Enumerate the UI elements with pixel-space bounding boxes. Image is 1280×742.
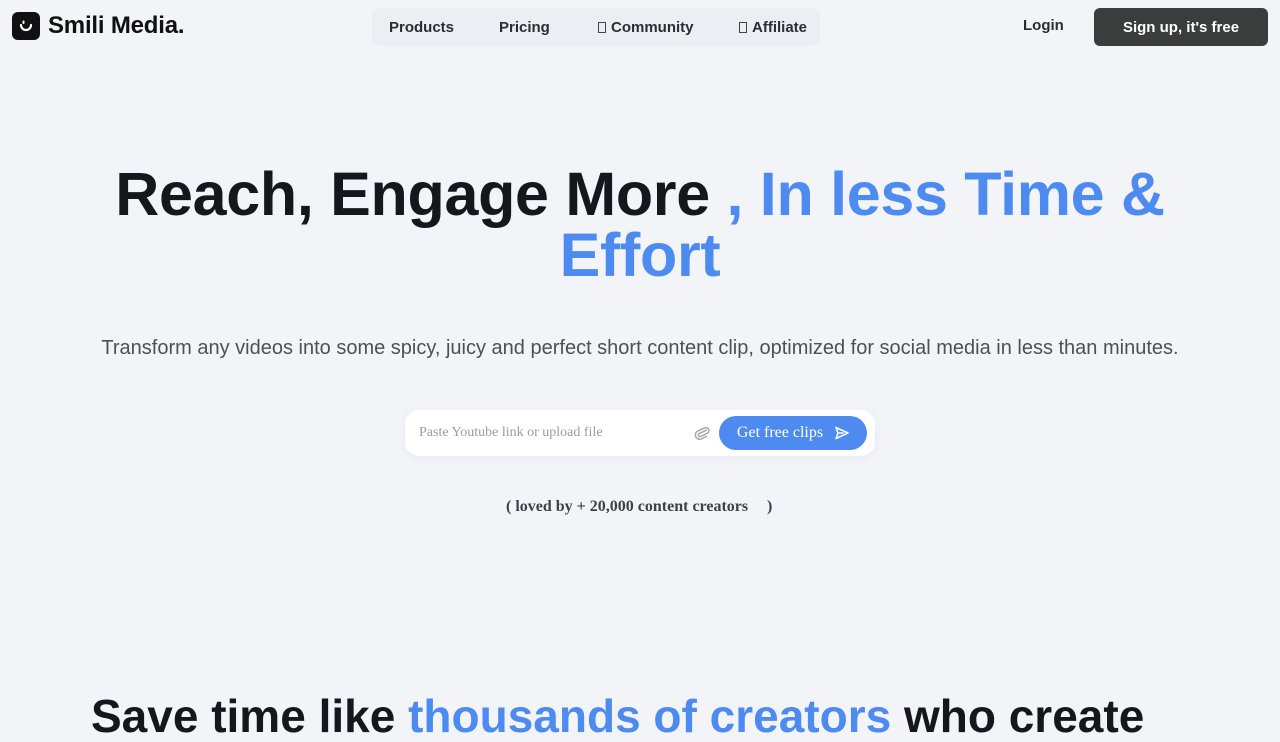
login-link[interactable]: Login bbox=[1023, 17, 1064, 34]
brand-name: Smili Media. bbox=[48, 12, 185, 39]
hero-subtitle: Transform any videos into some spicy, ju… bbox=[101, 337, 1179, 359]
brand-logo-link[interactable]: Smili Media. bbox=[12, 12, 185, 40]
video-link-input[interactable] bbox=[419, 420, 689, 446]
social-proof-text: ( loved by + 20,000 content creators bbox=[506, 498, 749, 515]
nav-item-label: Products bbox=[389, 18, 455, 36]
hero-title-main: Reach, Engage More bbox=[115, 160, 710, 228]
paperclip-icon[interactable] bbox=[694, 424, 710, 442]
nav-item-community[interactable]: Community bbox=[598, 8, 694, 46]
signup-button[interactable]: Sign up, it's free bbox=[1094, 8, 1268, 46]
hero-title-accent-line2: Effort bbox=[559, 221, 721, 289]
section-title-accent: thousands of creators bbox=[408, 690, 892, 742]
nav-item-products[interactable]: Products bbox=[389, 8, 454, 46]
main-nav: Products Pricing Community Affiliate bbox=[372, 8, 820, 46]
missing-glyph-icon bbox=[598, 21, 606, 33]
get-free-clips-button[interactable]: Get free clips bbox=[719, 416, 867, 450]
clip-form: Get free clips bbox=[405, 410, 875, 456]
social-proof-close: ) bbox=[767, 498, 773, 515]
nav-item-label: Affiliate bbox=[752, 18, 808, 36]
hero-title-accent: , In less Time & bbox=[726, 160, 1166, 228]
missing-glyph-icon bbox=[739, 21, 747, 33]
hero-title: Reach, Engage More , In less Time & Effo… bbox=[0, 164, 1280, 286]
section-title-main: Save time like bbox=[91, 690, 409, 742]
section-title: Save time like thousands of creators who… bbox=[91, 690, 1144, 742]
nav-item-label: Community bbox=[611, 18, 694, 36]
site-header: Smili Media. Products Pricing Community … bbox=[0, 0, 1280, 54]
section-title-end: who create bbox=[891, 690, 1145, 742]
nav-item-label: Pricing bbox=[499, 18, 550, 36]
nav-item-pricing[interactable]: Pricing bbox=[499, 8, 550, 46]
cta-label: Get free clips bbox=[736, 424, 824, 441]
smile-logo-icon bbox=[12, 12, 40, 40]
send-icon bbox=[835, 426, 849, 440]
nav-item-affiliate[interactable]: Affiliate bbox=[739, 8, 807, 46]
